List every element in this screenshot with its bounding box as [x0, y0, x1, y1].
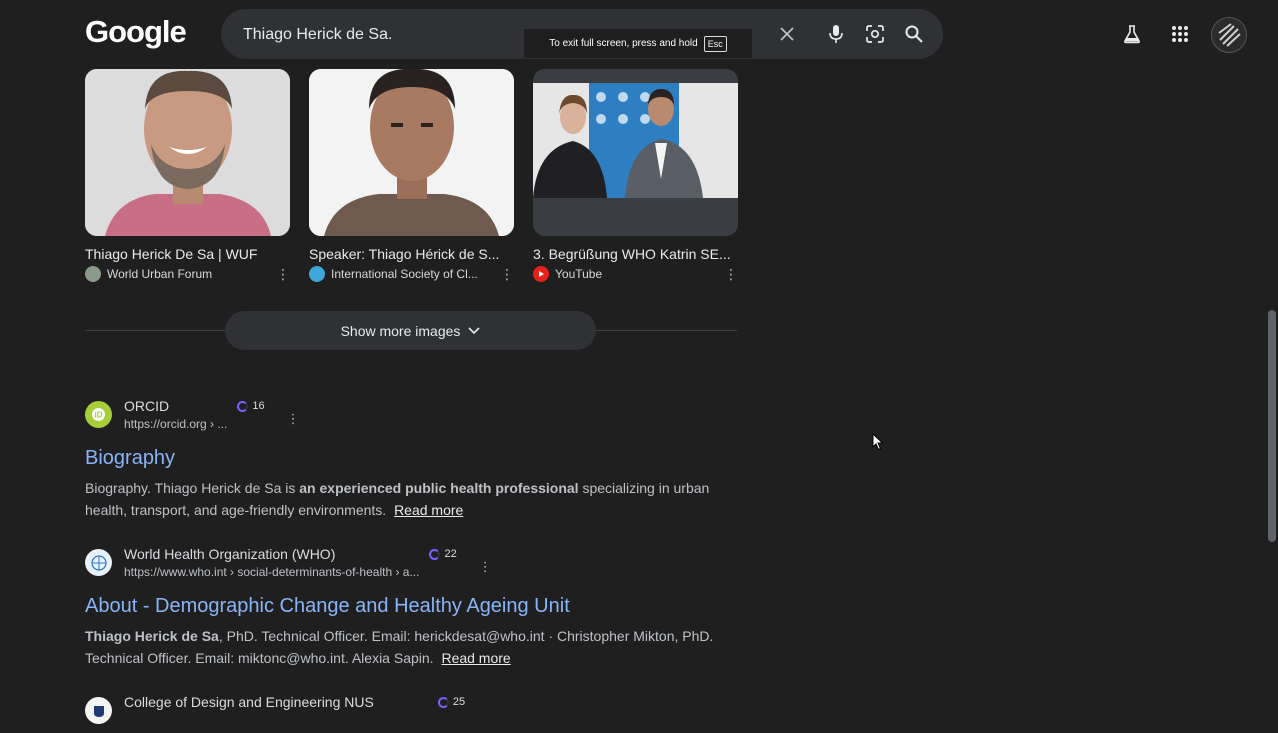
search-bar[interactable]: To exit full screen, press and hold Esc — [221, 9, 943, 59]
more-options-icon[interactable]: ⋮ — [287, 411, 300, 427]
image-result-card[interactable]: Thiago Herick De Sa | WUF World Urban Fo… — [85, 69, 290, 282]
result-count: 16 — [252, 400, 265, 412]
image-result-card[interactable]: 3. Begrüßung WHO Katrin SE... YouTube ⋮ — [533, 69, 738, 282]
mouse-cursor-icon — [872, 433, 884, 451]
search-result: College of Design and Engineering NUS 25 — [85, 693, 745, 733]
result-url[interactable]: https://orcid.org › ... — [124, 415, 227, 433]
image-thumbnail[interactable] — [309, 69, 514, 236]
image-thumbnail[interactable] — [85, 69, 290, 236]
image-title[interactable]: Thiago Herick De Sa | WUF — [85, 246, 285, 262]
who-favicon — [85, 549, 112, 576]
svg-text:iD: iD — [95, 411, 103, 420]
image-source[interactable]: YouTube — [555, 267, 724, 281]
ring-icon — [429, 548, 441, 560]
chevron-down-icon — [468, 326, 480, 334]
image-thumbnail[interactable] — [533, 69, 738, 236]
image-title[interactable]: Speaker: Thiago Hérick de S... — [309, 246, 509, 262]
page-scrollbar[interactable] — [1268, 310, 1276, 542]
result-count-badge[interactable]: 25 — [437, 696, 466, 708]
image-source[interactable]: World Urban Forum — [107, 267, 276, 281]
fullscreen-tooltip-text: To exit full screen, press and hold — [549, 38, 698, 49]
ring-icon — [437, 696, 449, 708]
clear-icon[interactable] — [775, 22, 799, 46]
image-title[interactable]: 3. Begrüßung WHO Katrin SE... — [533, 246, 733, 262]
result-count-badge[interactable]: 16 — [237, 400, 265, 412]
esc-key-label: Esc — [703, 35, 727, 52]
result-site-name[interactable]: World Health Organization (WHO) — [124, 545, 419, 563]
read-more-link[interactable]: Read more — [394, 502, 463, 518]
account-avatar[interactable] — [1211, 17, 1247, 53]
snippet-text: Biography. Thiago Herick de Sa is — [85, 480, 300, 496]
snippet-highlight: an experienced public health professiona… — [299, 480, 579, 496]
lens-icon[interactable] — [863, 22, 887, 46]
result-count-badge[interactable]: 22 — [429, 548, 457, 560]
show-more-label: Show more images — [340, 322, 461, 339]
search-result: iD ORCID https://orcid.org › ... 16 ⋮ Bi… — [85, 397, 745, 521]
orcid-favicon: iD — [85, 401, 112, 428]
result-site-name[interactable]: ORCID — [124, 397, 227, 415]
result-count: 22 — [444, 548, 457, 560]
image-source[interactable]: International Society of Cl... — [331, 267, 500, 281]
fullscreen-tooltip: To exit full screen, press and hold Esc — [524, 29, 752, 58]
result-site-name[interactable]: College of Design and Engineering NUS — [124, 693, 374, 711]
more-options-icon[interactable]: ⋮ — [479, 559, 492, 575]
result-title-link[interactable]: About - Demographic Change and Healthy A… — [85, 593, 570, 619]
more-options-icon[interactable]: ⋮ — [724, 267, 738, 281]
read-more-link[interactable]: Read more — [441, 650, 510, 666]
more-options-icon[interactable]: ⋮ — [500, 267, 514, 281]
apps-grid-icon[interactable] — [1168, 22, 1192, 46]
result-snippet: Thiago Herick de Sa, PhD. Technical Offi… — [85, 625, 725, 669]
search-icon[interactable] — [902, 22, 926, 46]
image-result-card[interactable]: Speaker: Thiago Hérick de S... Internati… — [309, 69, 514, 282]
show-more-images-button[interactable]: Show more images — [225, 311, 596, 350]
snippet-highlight: Thiago Herick de Sa — [85, 628, 219, 644]
ring-icon — [237, 400, 249, 412]
youtube-favicon — [533, 266, 549, 282]
iscb-favicon — [309, 266, 325, 282]
google-logo[interactable]: Google — [85, 14, 187, 50]
more-options-icon[interactable]: ⋮ — [276, 267, 290, 281]
search-result: World Health Organization (WHO) https://… — [85, 545, 745, 669]
result-snippet: Biography. Thiago Herick de Sa is an exp… — [85, 477, 725, 521]
result-title-link[interactable]: Biography — [85, 445, 175, 471]
labs-flask-icon[interactable] — [1120, 22, 1144, 46]
world-urban-forum-favicon — [85, 266, 101, 282]
result-count: 25 — [452, 696, 466, 708]
result-url[interactable]: https://www.who.int › social-determinant… — [124, 563, 419, 581]
microphone-icon[interactable] — [824, 22, 848, 46]
